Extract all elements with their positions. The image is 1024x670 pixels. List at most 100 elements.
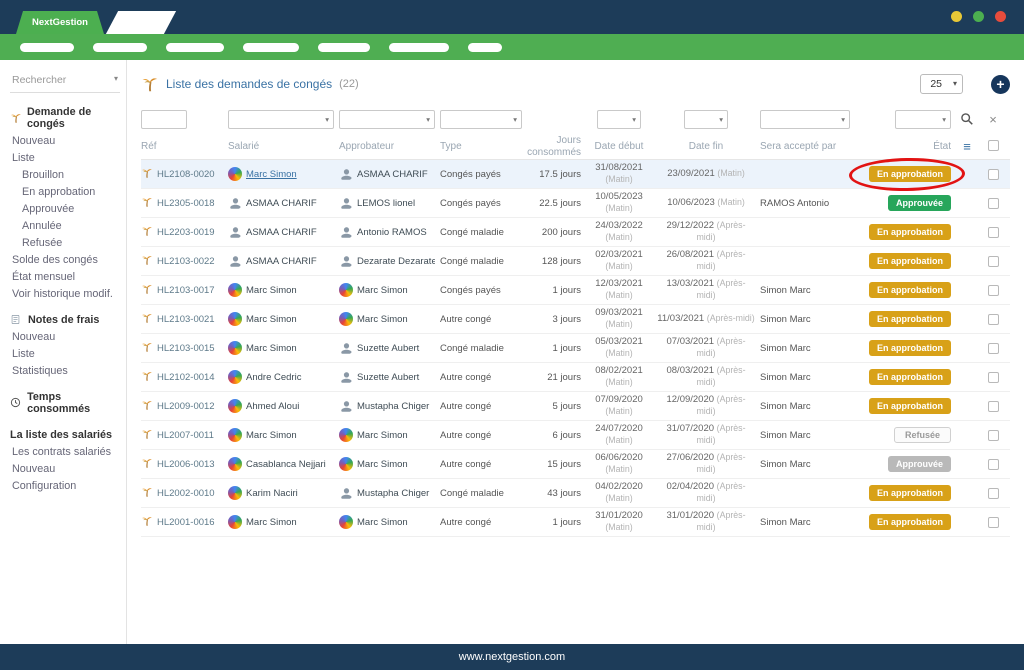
col-header-etat[interactable]: État	[855, 141, 951, 152]
brand-tab[interactable]: NextGestion	[16, 11, 104, 34]
salarie-name[interactable]: ASMAA CHARIF	[246, 198, 317, 209]
col-header-salarie[interactable]: Salarié	[228, 141, 334, 152]
table-row[interactable]: HL2103-0015 Marc Simon Suzette Aubert Co…	[141, 334, 1010, 363]
col-header-type[interactable]: Type	[440, 141, 522, 152]
filter-date-debut-select[interactable]: ▾	[597, 109, 641, 129]
row-checkbox[interactable]	[987, 284, 999, 296]
filter-sera-select[interactable]: ▾	[760, 109, 850, 129]
row-checkbox[interactable]	[987, 255, 999, 267]
select-all-checkbox[interactable]	[987, 139, 999, 151]
sidebar-item-voir-historique-modif[interactable]: Voir historique modif.	[10, 285, 120, 302]
row-checkbox[interactable]	[987, 313, 999, 325]
row-checkbox[interactable]	[987, 168, 999, 180]
nav-pill[interactable]	[166, 42, 224, 52]
salarie-name[interactable]: Marc Simon	[246, 343, 297, 354]
page-size-select[interactable]: 25 ▾	[920, 74, 963, 94]
sidebar-section-notes-de-frais[interactable]: Notes de frais	[10, 311, 120, 328]
window-dot-yellow[interactable]	[951, 11, 962, 22]
table-row[interactable]: HL2103-0022 ASMAA CHARIF Dezarate Dezara…	[141, 247, 1010, 276]
salarie-name[interactable]: Marc Simon	[246, 517, 297, 528]
row-checkbox[interactable]	[987, 226, 999, 238]
ref-value[interactable]: HL2108-0020	[157, 169, 215, 180]
sidebar-item-configuration[interactable]: Configuration	[10, 477, 120, 494]
sidebar-item-les-contrats-salaries[interactable]: Les contrats salariés	[10, 443, 120, 460]
sidebar-section-la-liste-des-salaries[interactable]: La liste des salariés	[10, 426, 120, 443]
sidebar-item-nouveau[interactable]: Nouveau	[10, 460, 120, 477]
table-row[interactable]: HL2103-0021 Marc Simon Marc Simon Autre …	[141, 305, 1010, 334]
ref-value[interactable]: HL2006-0013	[157, 459, 215, 470]
nav-pill[interactable]	[468, 42, 502, 52]
col-header-date-fin[interactable]: Date fin	[657, 141, 755, 152]
col-header-jours[interactable]: Jours consommés	[527, 135, 581, 158]
sidebar-item-approuvee[interactable]: Approuvée	[10, 200, 120, 217]
table-row[interactable]: HL2103-0017 Marc Simon Marc Simon Congés…	[141, 276, 1010, 305]
row-checkbox[interactable]	[987, 197, 999, 209]
sidebar-section-demande-de-conges[interactable]: Demande de congés	[10, 103, 120, 132]
table-row[interactable]: HL2007-0011 Marc Simon Marc Simon Autre …	[141, 421, 1010, 450]
clear-filters-icon[interactable]: ×	[989, 112, 997, 127]
row-checkbox[interactable]	[987, 400, 999, 412]
row-checkbox[interactable]	[987, 429, 999, 441]
col-header-sera[interactable]: Sera accepté par	[760, 141, 850, 152]
sidebar-item-refusee[interactable]: Refusée	[10, 234, 120, 251]
nav-pill[interactable]	[389, 42, 449, 52]
salarie-name[interactable]: Ahmed Aloui	[246, 401, 299, 412]
filter-salarie-select[interactable]: ▾	[228, 109, 334, 129]
salarie-name[interactable]: Marc Simon	[246, 169, 297, 180]
salarie-name[interactable]: Karim Naciri	[246, 488, 298, 499]
ref-value[interactable]: HL2001-0016	[157, 517, 215, 528]
ref-value[interactable]: HL2009-0012	[157, 401, 215, 412]
sidebar-item-solde-des-conges[interactable]: Solde des congés	[10, 251, 120, 268]
table-row[interactable]: HL2009-0012 Ahmed Aloui Mustapha Chiger …	[141, 392, 1010, 421]
table-row[interactable]: HL2203-0019 ASMAA CHARIF Antonio RAMOS C…	[141, 218, 1010, 247]
row-checkbox[interactable]	[987, 371, 999, 383]
sidebar-item-statistiques[interactable]: Statistiques	[10, 362, 120, 379]
filter-date-fin-select[interactable]: ▾	[684, 109, 728, 129]
sidebar-section-temps-consommes[interactable]: Temps consommés	[10, 388, 120, 417]
sidebar-item-annulee[interactable]: Annulée	[10, 217, 120, 234]
search-icon[interactable]	[960, 112, 974, 126]
salarie-name[interactable]: Andre Cedric	[246, 372, 301, 383]
salarie-name[interactable]: Marc Simon	[246, 430, 297, 441]
row-checkbox[interactable]	[987, 487, 999, 499]
salarie-name[interactable]: ASMAA CHARIF	[246, 256, 317, 267]
table-row[interactable]: HL2108-0020 Marc Simon ASMAA CHARIF Cong…	[141, 160, 1010, 189]
ref-value[interactable]: HL2103-0015	[157, 343, 215, 354]
ref-value[interactable]: HL2203-0019	[157, 227, 215, 238]
salarie-name[interactable]: ASMAA CHARIF	[246, 227, 317, 238]
sidebar-item-brouillon[interactable]: Brouillon	[10, 166, 120, 183]
table-row[interactable]: HL2102-0014 Andre Cedric Suzette Aubert …	[141, 363, 1010, 392]
list-view-icon[interactable]: ≡	[963, 139, 971, 154]
window-dot-green[interactable]	[973, 11, 984, 22]
row-checkbox[interactable]	[987, 342, 999, 354]
sidebar-item-liste[interactable]: Liste	[10, 149, 120, 166]
ref-value[interactable]: HL2103-0021	[157, 314, 215, 325]
nav-pill[interactable]	[20, 42, 74, 52]
sidebar-search[interactable]: Rechercher ▾	[10, 72, 120, 93]
footer-url[interactable]: www.nextgestion.com	[459, 651, 565, 663]
nav-pill[interactable]	[243, 42, 299, 52]
window-dot-red[interactable]	[995, 11, 1006, 22]
filter-approbateur-select[interactable]: ▾	[339, 109, 435, 129]
col-header-date-debut[interactable]: Date début	[586, 141, 652, 152]
row-checkbox[interactable]	[987, 516, 999, 528]
ref-value[interactable]: HL2002-0010	[157, 488, 215, 499]
sidebar-item-nouveau[interactable]: Nouveau	[10, 132, 120, 149]
ref-value[interactable]: HL2007-0011	[157, 430, 214, 441]
filter-ref-input[interactable]	[141, 110, 187, 129]
nav-pill[interactable]	[318, 42, 370, 52]
add-request-button[interactable]: +	[991, 74, 1010, 94]
col-header-approbateur[interactable]: Approbateur	[339, 141, 435, 152]
sidebar-item-etat-mensuel[interactable]: État mensuel	[10, 268, 120, 285]
table-row[interactable]: HL2002-0010 Karim Naciri Mustapha Chiger…	[141, 479, 1010, 508]
ref-value[interactable]: HL2305-0018	[157, 198, 215, 209]
secondary-tab[interactable]	[105, 11, 177, 34]
row-checkbox[interactable]	[987, 458, 999, 470]
salarie-name[interactable]: Marc Simon	[246, 314, 297, 325]
table-row[interactable]: HL2305-0018 ASMAA CHARIF LEMOS lionel Co…	[141, 189, 1010, 218]
filter-etat-select[interactable]: ▾	[895, 109, 951, 129]
table-row[interactable]: HL2001-0016 Marc Simon Marc Simon Autre …	[141, 508, 1010, 537]
sidebar-item-liste[interactable]: Liste	[10, 345, 120, 362]
filter-type-select[interactable]: ▾	[440, 109, 522, 129]
ref-value[interactable]: HL2103-0022	[157, 256, 215, 267]
